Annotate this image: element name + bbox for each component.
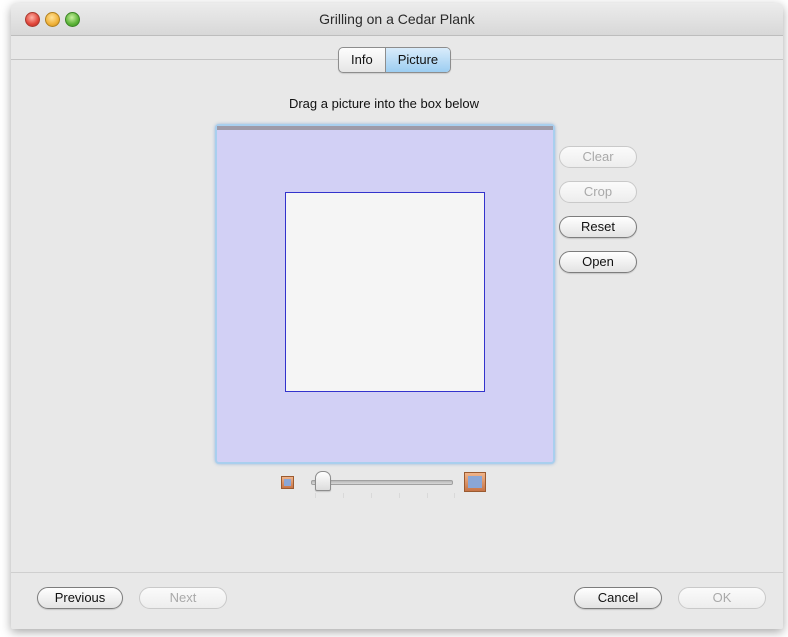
picture-box-top-edge: [217, 126, 553, 130]
crop-frame[interactable]: [285, 192, 485, 392]
clear-button[interactable]: Clear: [559, 146, 637, 168]
slider-tick: [343, 493, 344, 498]
slider-tick: [454, 493, 455, 498]
drag-instructions: Drag a picture into the box below: [288, 96, 480, 111]
zoom-slider-ticks: [315, 493, 455, 499]
large-picture-icon: [464, 472, 486, 492]
zoom-slider-row: [279, 469, 494, 499]
cancel-button[interactable]: Cancel: [574, 587, 662, 609]
crop-button[interactable]: Crop: [559, 181, 637, 203]
picture-drop-box[interactable]: [215, 124, 555, 464]
small-picture-icon: [281, 476, 294, 489]
slider-tick: [399, 493, 400, 498]
previous-button[interactable]: Previous: [37, 587, 123, 609]
footer-bar: [11, 572, 783, 629]
reset-button[interactable]: Reset: [559, 216, 637, 238]
next-button[interactable]: Next: [139, 587, 227, 609]
slider-tick: [315, 493, 316, 498]
title-bar[interactable]: Grilling on a Cedar Plank: [11, 3, 783, 36]
tab-info[interactable]: Info: [339, 48, 385, 72]
zoom-slider-thumb[interactable]: [315, 471, 331, 491]
open-button[interactable]: Open: [559, 251, 637, 273]
ok-button[interactable]: OK: [678, 587, 766, 609]
slider-tick: [371, 493, 372, 498]
slider-tick: [427, 493, 428, 498]
tab-picture[interactable]: Picture: [384, 48, 451, 72]
tab-control: Info Picture: [338, 47, 452, 73]
dialog-window: Grilling on a Cedar Plank Info Picture D…: [11, 3, 783, 629]
window-title: Grilling on a Cedar Plank: [319, 11, 475, 27]
zoom-slider-track[interactable]: [311, 480, 453, 485]
